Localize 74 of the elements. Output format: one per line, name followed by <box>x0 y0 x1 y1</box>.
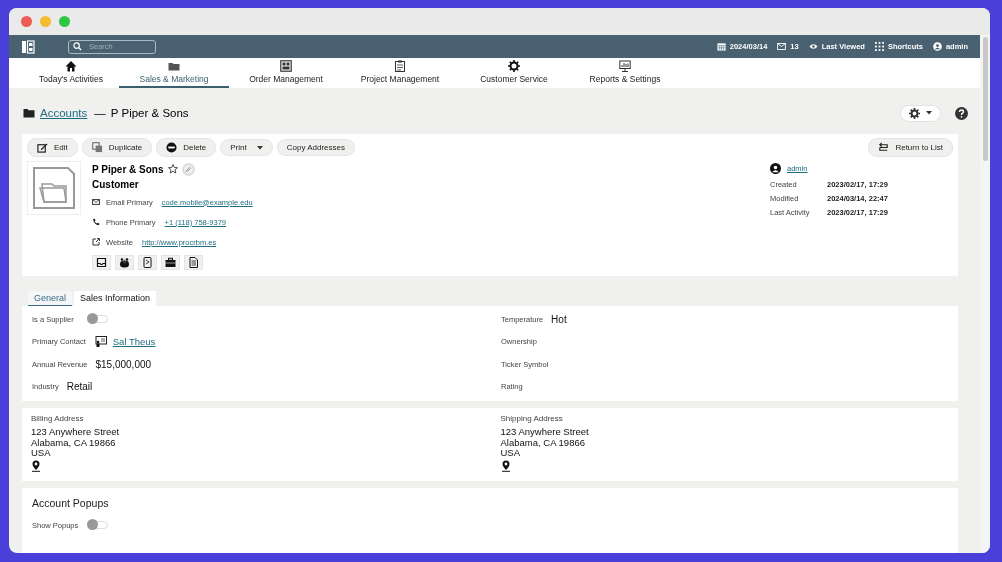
address-label: Shipping Address <box>500 414 564 423</box>
toolbar-button[interactable]: Delete <box>156 138 217 157</box>
section-title: Account Popups <box>32 496 110 509</box>
map-pin-icon[interactable] <box>500 459 511 472</box>
field-value: Hot <box>551 313 567 325</box>
caret-icon <box>926 111 932 115</box>
action-button[interactable] <box>92 255 111 270</box>
scrollbar[interactable] <box>980 35 990 553</box>
nav-tab[interactable]: Today's Activities <box>23 58 119 88</box>
breadcrumb-link[interactable]: Accounts <box>40 107 88 119</box>
return-button[interactable]: Return to List <box>868 138 953 157</box>
address-label: Billing Address <box>31 414 85 423</box>
home-icon <box>65 60 77 72</box>
address-line: Alabama, CA 19866 <box>500 437 586 448</box>
clipboard-icon <box>394 60 406 72</box>
external-link-icon <box>92 238 100 246</box>
return-icon <box>878 142 890 153</box>
duplicate-icon <box>91 142 103 153</box>
star-icon[interactable] <box>167 164 178 174</box>
contact-card-icon <box>93 336 107 348</box>
envelope-icon <box>777 42 787 51</box>
calendar-icon <box>716 42 726 51</box>
envelope-icon <box>92 198 100 206</box>
action-button[interactable] <box>138 255 157 270</box>
settings-button[interactable] <box>900 104 941 122</box>
section-tab[interactable]: General <box>28 291 73 306</box>
layout-icon <box>280 60 292 72</box>
gear-icon <box>508 60 520 72</box>
close-button[interactable] <box>21 16 32 27</box>
toolbar-button[interactable]: Print <box>220 139 273 156</box>
document-icon <box>188 257 199 268</box>
contact-link[interactable]: Sal Theus <box>112 336 156 348</box>
nav-tab[interactable]: Reports & Settings <box>571 58 679 88</box>
address-line: USA <box>31 448 52 459</box>
user-icon <box>932 42 942 51</box>
settings-icon <box>909 107 920 119</box>
nav-tab[interactable]: Sales & Marketing <box>119 58 229 88</box>
address-line: USA <box>500 448 522 459</box>
address-line: 123 Anywhere Street <box>31 427 121 438</box>
record-name: P Piper & Sons <box>92 163 164 175</box>
map-pin-icon[interactable] <box>31 459 41 472</box>
breadcrumb-separator: — <box>94 107 106 119</box>
folder-icon <box>168 60 180 72</box>
nav-tab[interactable]: Customer Service <box>457 58 571 88</box>
caret-icon <box>256 145 263 150</box>
page-title: P Piper & Sons <box>110 107 189 119</box>
field-value: $15,000,000 <box>95 358 152 370</box>
logo-icon <box>21 39 35 54</box>
folder-icon <box>23 108 35 118</box>
presentation-icon <box>619 60 631 72</box>
nav-tab[interactable]: Order Management <box>229 58 343 88</box>
help-icon[interactable] <box>955 106 968 120</box>
address-line: 123 Anywhere Street <box>500 427 590 438</box>
delete-icon <box>166 142 178 153</box>
nav-tab[interactable]: Project Management <box>343 58 457 88</box>
record-type: Customer <box>92 179 140 190</box>
action-button[interactable] <box>184 255 203 270</box>
phone-icon <box>92 218 100 226</box>
grid-icon <box>874 42 884 51</box>
toolbar-button[interactable]: Duplicate <box>81 138 153 157</box>
edit-icon <box>37 142 48 153</box>
mobile-phone-icon <box>142 257 153 268</box>
action-button[interactable] <box>115 255 134 270</box>
toolbar-button[interactable]: Edit <box>27 138 78 157</box>
field-value: Retail <box>66 381 93 393</box>
user-icon <box>770 163 781 174</box>
address-line: Alabama, CA 19866 <box>31 437 117 448</box>
inbox-icon <box>96 257 107 268</box>
search-icon <box>73 42 82 51</box>
section-tab[interactable]: Sales Information <box>74 291 157 306</box>
briefcase-icon <box>165 257 176 268</box>
eye-icon <box>808 42 818 51</box>
toolbar-button[interactable]: Copy Addresses <box>276 139 355 156</box>
action-button[interactable] <box>161 255 180 270</box>
